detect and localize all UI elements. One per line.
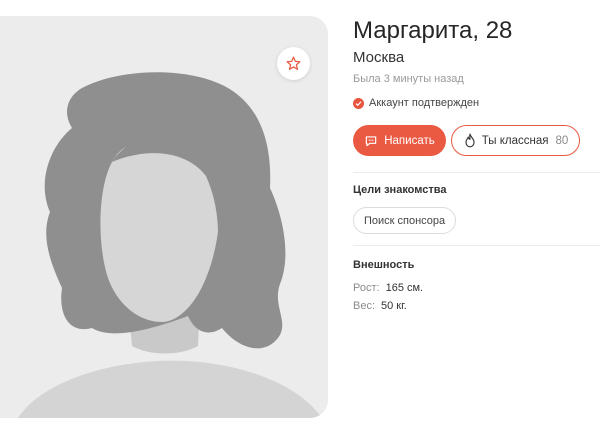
- favorite-button[interactable]: [277, 47, 310, 80]
- appearance-title: Внешность: [353, 259, 415, 271]
- weight-row: Вес: 50 кг.: [353, 300, 407, 312]
- last-seen-status: Была 3 минуты назад: [353, 73, 464, 85]
- divider: [353, 172, 600, 173]
- height-label: Рост:: [353, 282, 380, 294]
- check-icon: [353, 97, 364, 109]
- write-message-label: Написать: [384, 134, 435, 147]
- divider: [353, 245, 600, 246]
- flame-icon: [465, 133, 475, 148]
- profile-city: Москва: [353, 49, 405, 66]
- like-label: Ты классная: [481, 134, 549, 147]
- weight-label: Вес:: [353, 300, 376, 312]
- height-row: Рост: 165 см.: [353, 282, 423, 294]
- height-value: 165 см.: [385, 282, 424, 294]
- avatar-placeholder: [18, 72, 322, 418]
- weight-value: 50 кг.: [381, 300, 407, 312]
- goal-chip[interactable]: Поиск спонсора: [353, 207, 457, 234]
- profile-photo[interactable]: [0, 16, 328, 418]
- profile-name: Маргарита, 28: [353, 17, 513, 44]
- goals-title: Цели знакомства: [353, 184, 447, 196]
- write-message-button[interactable]: Написать: [353, 125, 446, 156]
- verified-label: Аккаунт подтвержден: [369, 97, 480, 109]
- like-button[interactable]: Ты классная 80: [451, 125, 580, 156]
- like-count: 80: [555, 134, 569, 147]
- chat-bubble-icon: [365, 135, 377, 146]
- star-icon: [286, 56, 301, 70]
- verified-badge: Аккаунт подтвержден: [353, 97, 479, 109]
